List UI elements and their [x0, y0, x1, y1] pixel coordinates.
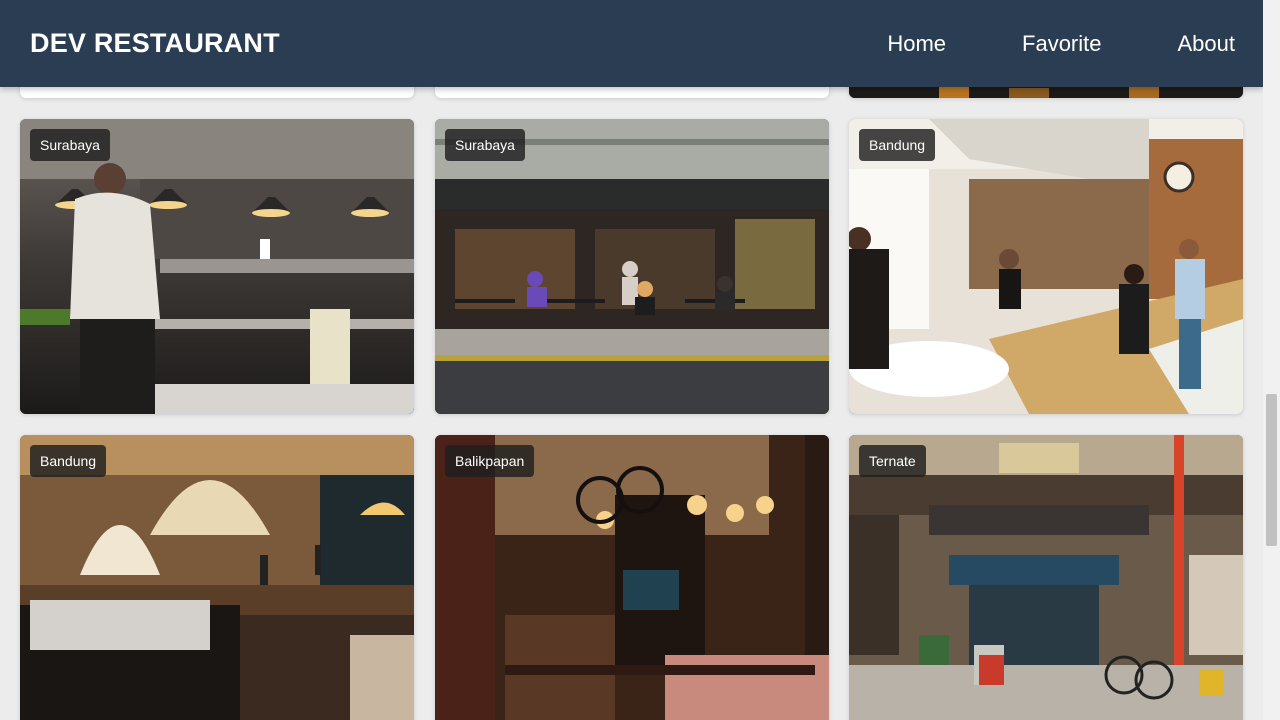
city-badge: Surabaya	[30, 129, 110, 161]
brand-title[interactable]: DEV RESTAURANT	[30, 28, 280, 59]
hall-bar-icon	[20, 435, 414, 720]
restaurant-card[interactable]: Ternate	[849, 435, 1243, 720]
shopfront-icon	[849, 435, 1243, 720]
scroll-thumb[interactable]	[1266, 394, 1277, 546]
page-scrollbar[interactable]	[1263, 0, 1280, 720]
coffee-bar-icon	[849, 119, 1243, 414]
restaurant-card[interactable]: Surabaya	[20, 119, 414, 414]
restaurant-card[interactable]: Surabaya	[435, 119, 829, 414]
restaurant-card[interactable]: Balikpapan	[435, 435, 829, 720]
app-header: DEV RESTAURANT Home Favorite About	[0, 0, 1263, 87]
nav-about[interactable]: About	[1178, 31, 1236, 57]
nav-favorite[interactable]: Favorite	[1022, 31, 1101, 57]
kitchen-icon	[20, 119, 414, 414]
street-cafe-icon	[435, 119, 829, 414]
pub-interior-icon	[435, 435, 829, 720]
restaurant-card[interactable]: Bandung	[20, 435, 414, 720]
city-badge: Ternate	[859, 445, 926, 477]
restaurant-card[interactable]: Bandung	[849, 119, 1243, 414]
city-badge: Bandung	[859, 129, 936, 161]
city-badge: Bandung	[30, 445, 107, 477]
page: DEV RESTAURANT Home Favorite About Surab…	[0, 0, 1280, 720]
main-nav: Home Favorite About	[811, 31, 1235, 57]
nav-home[interactable]: Home	[887, 31, 946, 57]
city-badge: Balikpapan	[445, 445, 535, 477]
city-badge: Surabaya	[445, 129, 525, 161]
